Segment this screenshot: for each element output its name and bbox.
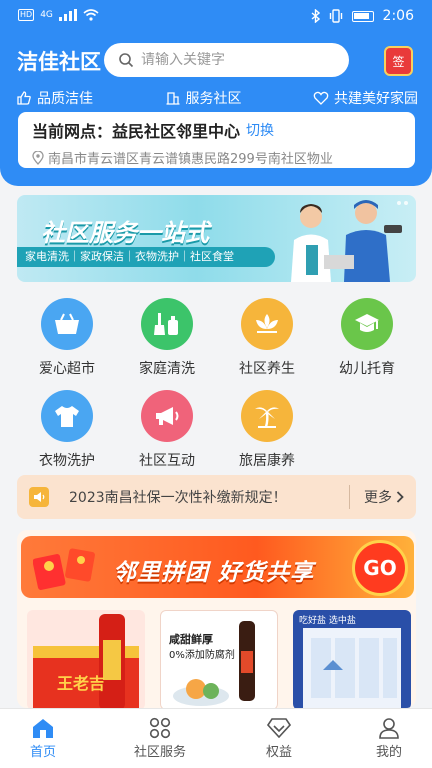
slogan-quality: 品质洁佳: [16, 88, 93, 108]
speaker-icon: [29, 487, 49, 507]
more-label: 更多: [364, 490, 392, 506]
home-page: HD 4G 2:06 洁佳社区 签 品质洁佳: [0, 0, 432, 768]
chevron-right-icon: [396, 491, 404, 503]
product-card[interactable]: 王老吉: [27, 610, 145, 708]
signal-icon: [58, 9, 77, 21]
go-button[interactable]: GO: [352, 540, 408, 596]
switch-site-button[interactable]: 切换: [246, 120, 274, 140]
service-travel-care[interactable]: 旅居康养: [217, 390, 317, 470]
home-icon: [33, 719, 53, 738]
group-buy-section: 邻里拼团 好货共享 GO 王老吉 咸甜鲜厚 0%添加防腐剂 吃好盐 选中盐: [17, 530, 416, 708]
service-label: 幼儿托育: [339, 361, 395, 377]
service-label: 衣物洗护: [39, 453, 95, 469]
slogan-build: 共建美好家园: [313, 88, 418, 108]
product-card[interactable]: 咸甜鲜厚 0%添加防腐剂: [160, 610, 278, 708]
product-image-salt: [303, 628, 401, 708]
graduation-cap-icon: [341, 298, 393, 350]
current-site-card: 当前网点： 益民社区邻里中心 切换 南昌市青云谱区青云谱镇惠民路299号南社区物业: [18, 112, 415, 168]
promo-banner[interactable]: 社区服务一站式 家电清洗｜家政保洁｜衣物洗护｜社区食堂: [17, 195, 416, 282]
service-label: 家庭清洗: [139, 361, 195, 377]
slogan-service: 服务社区: [165, 88, 242, 108]
search-bar[interactable]: [104, 43, 349, 77]
service-label: 社区养生: [239, 361, 295, 377]
service-supermarket[interactable]: 爱心超市: [17, 298, 117, 378]
slogan-row: 品质洁佳 服务社区 共建美好家园: [16, 88, 418, 108]
banner-subtitle: 家电清洗｜家政保洁｜衣物洗护｜社区食堂: [17, 247, 275, 267]
shirt-icon: [41, 390, 93, 442]
slogan-label: 服务社区: [185, 91, 242, 107]
site-name: 益民社区邻里中心: [112, 122, 241, 141]
bottom-tab-bar: 首页 社区服务 权益 我的: [0, 708, 432, 768]
sign-in-label: 签: [392, 54, 405, 69]
cleaning-icon: [141, 298, 193, 350]
location-pin-icon: [32, 150, 44, 165]
tab-label: 我的: [375, 745, 402, 760]
grid-icon: [149, 717, 171, 739]
heart-icon: [313, 91, 329, 105]
bluetooth-icon: [311, 9, 320, 23]
product-list: 王老吉 咸甜鲜厚 0%添加防腐剂 吃好盐 选中盐: [27, 610, 411, 708]
lotus-icon: [241, 298, 293, 350]
status-time: 2:06: [382, 8, 414, 24]
service-cleaning[interactable]: 家庭清洗: [117, 298, 217, 378]
site-address: 南昌市青云谱区青云谱镇惠民路299号南社区物业: [48, 152, 333, 167]
notice-text[interactable]: 2023南昌社保一次性补缴新规定！: [69, 487, 349, 507]
product-brand: 王老吉: [57, 674, 106, 693]
diamond-icon: [267, 718, 291, 738]
building-icon: [166, 92, 179, 105]
service-label: 旅居康养: [239, 453, 295, 469]
tab-label: 权益: [265, 745, 292, 760]
network-type: 4G: [40, 10, 53, 20]
notice-bar[interactable]: 2023南昌社保一次性补缴新规定！ 更多: [17, 475, 416, 519]
slogan-label: 品质洁佳: [37, 91, 93, 107]
product-image-soy-sauce: [173, 621, 255, 706]
service-childcare[interactable]: 幼儿托育: [317, 298, 417, 378]
hd-indicator: HD: [18, 9, 35, 21]
basket-icon: [41, 298, 93, 350]
service-wellness[interactable]: 社区养生: [217, 298, 317, 378]
slogan-label: 共建美好家园: [334, 91, 418, 107]
notice-more-button[interactable]: 更多: [364, 487, 404, 507]
megaphone-icon: [141, 390, 193, 442]
site-prefix: 当前网点：: [32, 122, 113, 141]
status-bar: HD 4G 2:06: [0, 0, 432, 34]
sign-in-button[interactable]: 签: [384, 46, 413, 76]
wifi-icon: [83, 9, 99, 21]
banner-title: 社区服务一站式: [41, 219, 209, 247]
tab-benefits[interactable]: 权益: [229, 715, 329, 760]
search-input[interactable]: [141, 52, 341, 68]
app-title: 洁佳社区: [17, 50, 101, 74]
user-icon: [379, 718, 399, 739]
tab-home[interactable]: 首页: [0, 715, 93, 760]
group-buy-title: 邻里拼团 好货共享: [113, 560, 315, 586]
header-area: HD 4G 2:06 洁佳社区 签 品质洁佳: [0, 0, 432, 186]
product-card[interactable]: 吃好盐 选中盐: [293, 610, 411, 708]
palm-tree-icon: [241, 390, 293, 442]
tab-label: 首页: [29, 745, 56, 760]
service-interaction[interactable]: 社区互动: [117, 390, 217, 470]
thumbs-up-icon: [17, 91, 31, 105]
battery-icon: [351, 10, 374, 22]
service-label: 社区互动: [139, 453, 195, 469]
group-buy-banner[interactable]: 邻里拼团 好货共享 GO: [21, 536, 414, 598]
search-icon: [119, 53, 134, 68]
vibrate-icon: [329, 9, 342, 23]
tab-mine[interactable]: 我的: [339, 715, 432, 760]
notice-divider: [349, 485, 350, 509]
tab-community-service[interactable]: 社区服务: [110, 715, 210, 760]
banner-workers-image: [291, 200, 402, 282]
banner-pager: [397, 201, 408, 205]
service-laundry[interactable]: 衣物洗护: [17, 390, 117, 470]
service-label: 爱心超市: [39, 361, 95, 377]
tab-label: 社区服务: [133, 745, 186, 760]
red-envelope-icon: [33, 548, 95, 591]
